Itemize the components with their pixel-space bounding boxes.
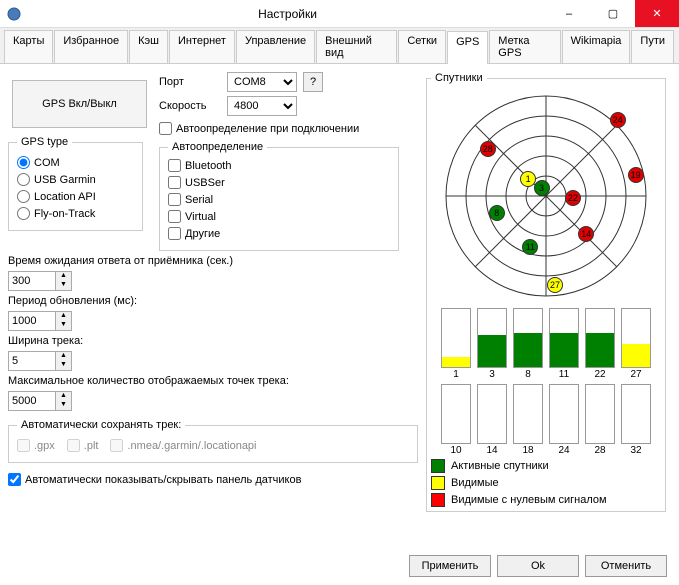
period-spinner[interactable]: ▲▼: [8, 311, 72, 331]
satellites-legend: Спутники: [431, 72, 487, 84]
signal-bar-label: 1: [441, 369, 471, 380]
satellite-node: 27: [547, 277, 563, 293]
signal-bar-label: 11: [549, 369, 579, 380]
autosave-legend: Автоматически сохранять трек:: [17, 419, 185, 431]
close-button[interactable]: ✕: [635, 0, 679, 27]
legend-zero-box: [431, 493, 445, 507]
maxpoints-spinner[interactable]: ▲▼: [8, 391, 72, 411]
gps-type-radio[interactable]: [17, 190, 30, 203]
signal-bar-label: 32: [621, 445, 651, 456]
signal-bar-label: 8: [513, 369, 543, 380]
signal-bar-label: 22: [585, 369, 615, 380]
autosave-format-checkbox[interactable]: [110, 439, 123, 452]
port-help-button[interactable]: ?: [303, 72, 323, 92]
legend-visible-box: [431, 476, 445, 490]
autodetect-checkbox[interactable]: [168, 159, 181, 172]
tab-интернет[interactable]: Интернет: [169, 30, 235, 63]
gps-type-radio[interactable]: [17, 207, 30, 220]
autoconnect-label: Автоопределение при подключении: [176, 123, 359, 135]
signal-bar-label: 3: [477, 369, 507, 380]
tabs: КартыИзбранноеКэшИнтернетУправлениеВнешн…: [0, 28, 679, 64]
trackwidth-spinner[interactable]: ▲▼: [8, 351, 72, 371]
signal-bar: [549, 308, 579, 368]
signal-bar: [477, 384, 507, 444]
window-title: Настройки: [28, 7, 547, 21]
autoshow-label: Автоматически показывать/скрывать панель…: [25, 474, 301, 486]
tab-внешний вид[interactable]: Внешний вид: [316, 30, 397, 63]
speed-label: Скорость: [159, 100, 221, 112]
signal-bar: [585, 308, 615, 368]
tab-управление[interactable]: Управление: [236, 30, 315, 63]
tab-пути[interactable]: Пути: [631, 30, 674, 63]
period-label: Период обновления (мс):: [8, 295, 418, 307]
legend-visible-label: Видимые: [451, 477, 499, 489]
tab-сетки[interactable]: Сетки: [398, 30, 446, 63]
legend-active-label: Активные спутники: [451, 460, 549, 472]
minimize-button[interactable]: –: [547, 0, 591, 27]
gps-type-radio[interactable]: [17, 156, 30, 169]
titlebar: Настройки – ▢ ✕: [0, 0, 679, 28]
apply-button[interactable]: Применить: [409, 555, 491, 577]
signal-bar-label: 14: [477, 445, 507, 456]
signal-bar: [621, 384, 651, 444]
tab-кэш[interactable]: Кэш: [129, 30, 168, 63]
satellite-node: 24: [610, 112, 626, 128]
signal-bar-label: 24: [549, 445, 579, 456]
gps-toggle-button[interactable]: GPS Вкл/Выкл: [12, 80, 147, 128]
tab-избранное[interactable]: Избранное: [54, 30, 128, 63]
cancel-button[interactable]: Отменить: [585, 555, 667, 577]
satellite-node: 3: [534, 180, 550, 196]
signal-bar: [621, 308, 651, 368]
satellite-radar: 24281319228111427: [434, 90, 658, 302]
ok-button[interactable]: Ok: [497, 555, 579, 577]
tab-карты[interactable]: Карты: [4, 30, 53, 63]
autodetect-checkbox[interactable]: [168, 176, 181, 189]
signal-bar: [441, 308, 471, 368]
signal-bar: [513, 308, 543, 368]
satellite-node: 8: [489, 205, 505, 221]
signal-bar: [477, 308, 507, 368]
maximize-button[interactable]: ▢: [591, 0, 635, 27]
signal-bar-label: 10: [441, 445, 471, 456]
autosave-format-checkbox[interactable]: [67, 439, 80, 452]
autosave-format-checkbox[interactable]: [17, 439, 30, 452]
trackwidth-label: Ширина трека:: [8, 335, 418, 347]
gps-type-legend: GPS type: [17, 136, 72, 148]
satellite-node: 22: [565, 190, 581, 206]
signal-bar: [441, 384, 471, 444]
gps-type-radio[interactable]: [17, 173, 30, 186]
app-icon: [6, 6, 22, 22]
wait-label: Время ожидания ответа от приёмника (сек.…: [8, 255, 418, 267]
signal-bar: [513, 384, 543, 444]
autodetect-legend: Автоопределение: [168, 141, 267, 153]
autodetect-checkbox[interactable]: [168, 193, 181, 206]
autodetect-checkbox[interactable]: [168, 227, 181, 240]
wait-spinner[interactable]: ▲▼: [8, 271, 72, 291]
signal-bar-label: 27: [621, 369, 651, 380]
signal-bar-label: 28: [585, 445, 615, 456]
signal-bar: [549, 384, 579, 444]
port-select[interactable]: COM8: [227, 72, 297, 92]
legend-active-box: [431, 459, 445, 473]
legend-zero-label: Видимые с нулевым сигналом: [451, 494, 607, 506]
autoconnect-checkbox[interactable]: [159, 122, 172, 135]
tab-метка gps[interactable]: Метка GPS: [489, 30, 560, 63]
autodetect-checkbox[interactable]: [168, 210, 181, 223]
signal-bar-label: 18: [513, 445, 543, 456]
satellite-node: 28: [480, 141, 496, 157]
tab-gps[interactable]: GPS: [447, 31, 488, 64]
speed-select[interactable]: 4800: [227, 96, 297, 116]
port-label: Порт: [159, 76, 221, 88]
signal-bar: [585, 384, 615, 444]
tab-wikimapia[interactable]: Wikimapia: [562, 30, 631, 63]
satellite-node: 19: [628, 167, 644, 183]
autoshow-checkbox[interactable]: [8, 473, 21, 486]
maxpoints-label: Максимальное количество отображаемых точ…: [8, 375, 418, 387]
